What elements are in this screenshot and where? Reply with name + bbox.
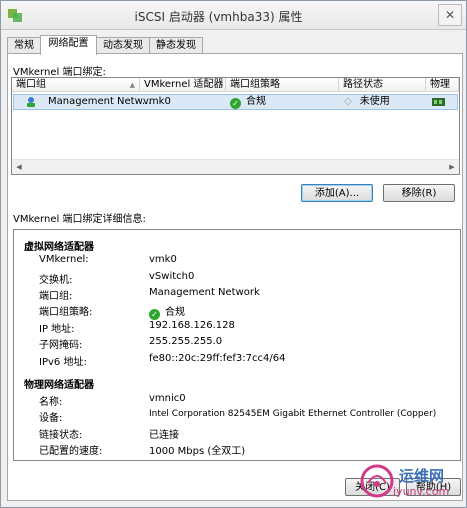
speed-key: 已配置的速度: <box>39 446 103 457</box>
network-icon <box>27 97 35 107</box>
properties-window: iSCSI 启动器 (vmhba33) 属性 ✕ 常规 网络配置 动态发现 静态… <box>0 0 467 508</box>
add-button[interactable]: 添加(A)... <box>301 184 373 202</box>
row-path-status: ◇ 未使用 <box>344 96 390 108</box>
tab-static-discovery[interactable]: 静态发现 <box>149 37 203 54</box>
close-icon[interactable]: ✕ <box>438 4 462 26</box>
sort-arrow-icon: ▲ <box>129 81 135 89</box>
tab-network-config[interactable]: 网络配置 <box>40 35 97 55</box>
vmkernel-value: vmk0 <box>149 254 177 265</box>
row-adapter: vmk0 <box>143 96 171 107</box>
ip-value: 192.168.126.128 <box>149 320 235 331</box>
column-port-group-label: 端口组 <box>16 79 46 90</box>
ipv6-key: IPv6 地址: <box>39 357 87 368</box>
policy-value-label: 合规 <box>165 307 185 318</box>
ip-key: IP 地址: <box>39 324 75 335</box>
ipv6-value: fe80::20c:29ff:fef3:7cc4/64 <box>149 353 286 364</box>
row-policy: ✓ 合规 <box>230 96 266 109</box>
watermark-logo-icon <box>360 464 394 498</box>
link-value: 已连接 <box>149 430 179 441</box>
nic-icon <box>432 98 445 106</box>
column-physical[interactable]: 物理 <box>426 78 459 92</box>
virtual-adapter-header: 虚拟网络适配器 <box>24 242 94 253</box>
diamond-status-icon: ◇ <box>344 96 352 107</box>
watermark-url: iyunv.com <box>393 485 450 498</box>
policy-key: 端口组策略: <box>39 307 93 318</box>
row-port-group: Management Netw... <box>48 96 152 107</box>
horizontal-scrollbar[interactable]: ◀ ▶ <box>12 159 459 174</box>
switch-key: 交换机: <box>39 275 73 286</box>
policy-value: ✓ 合规 <box>149 303 185 320</box>
switch-value: vSwitch0 <box>149 271 195 282</box>
window-title: iSCSI 启动器 (vmhba33) 属性 <box>134 10 303 24</box>
physical-adapter-header: 物理网络适配器 <box>24 380 94 391</box>
details-label: VMkernel 端口绑定详细信息: <box>13 214 146 225</box>
column-path-status[interactable]: 路径状态 <box>339 78 426 92</box>
device-key: 设备: <box>39 413 63 424</box>
watermark-text: 运维网 <box>399 467 445 485</box>
binding-label: VMkernel 端口绑定: <box>13 67 106 78</box>
scroll-left-icon[interactable]: ◀ <box>12 160 26 174</box>
title-bar: iSCSI 启动器 (vmhba33) 属性 ✕ <box>1 1 466 30</box>
port-binding-list[interactable]: 端口组 ▲ VMkernel 适配器 端口组策略 路径状态 物理 Managem… <box>11 77 460 175</box>
mask-value: 255.255.255.0 <box>149 336 223 347</box>
compliant-check-icon: ✓ <box>230 98 241 109</box>
remove-button[interactable]: 移除(R) <box>383 184 455 202</box>
watermark: 运维网 iyunv.com <box>353 461 466 507</box>
compliant-check-icon: ✓ <box>149 309 160 320</box>
link-key: 链接状态: <box>39 430 83 441</box>
name-key: 名称: <box>39 397 63 408</box>
scroll-right-icon[interactable]: ▶ <box>445 160 459 174</box>
row-policy-label: 合规 <box>246 96 266 107</box>
portgroup-key: 端口组: <box>39 291 73 302</box>
binding-details-panel: 虚拟网络适配器 VMkernel: vmk0 交换机: vSwitch0 端口组… <box>13 229 461 461</box>
tab-dynamic-discovery[interactable]: 动态发现 <box>96 37 150 54</box>
tab-general[interactable]: 常规 <box>7 37 41 54</box>
column-vmkernel-adapter[interactable]: VMkernel 适配器 <box>140 78 226 92</box>
column-port-group[interactable]: 端口组 ▲ <box>12 78 140 92</box>
speed-value: 1000 Mbps (全双工) <box>149 446 246 457</box>
column-port-group-policy[interactable]: 端口组策略 <box>226 78 339 92</box>
device-value: Intel Corporation 82545EM Gigabit Ethern… <box>149 409 437 419</box>
mask-key: 子网掩码: <box>39 340 83 351</box>
portgroup-value: Management Network <box>149 287 260 298</box>
name-value: vmnic0 <box>149 393 186 404</box>
vmkernel-key: VMkernel: <box>39 254 89 265</box>
row-path-status-label: 未使用 <box>359 96 390 107</box>
